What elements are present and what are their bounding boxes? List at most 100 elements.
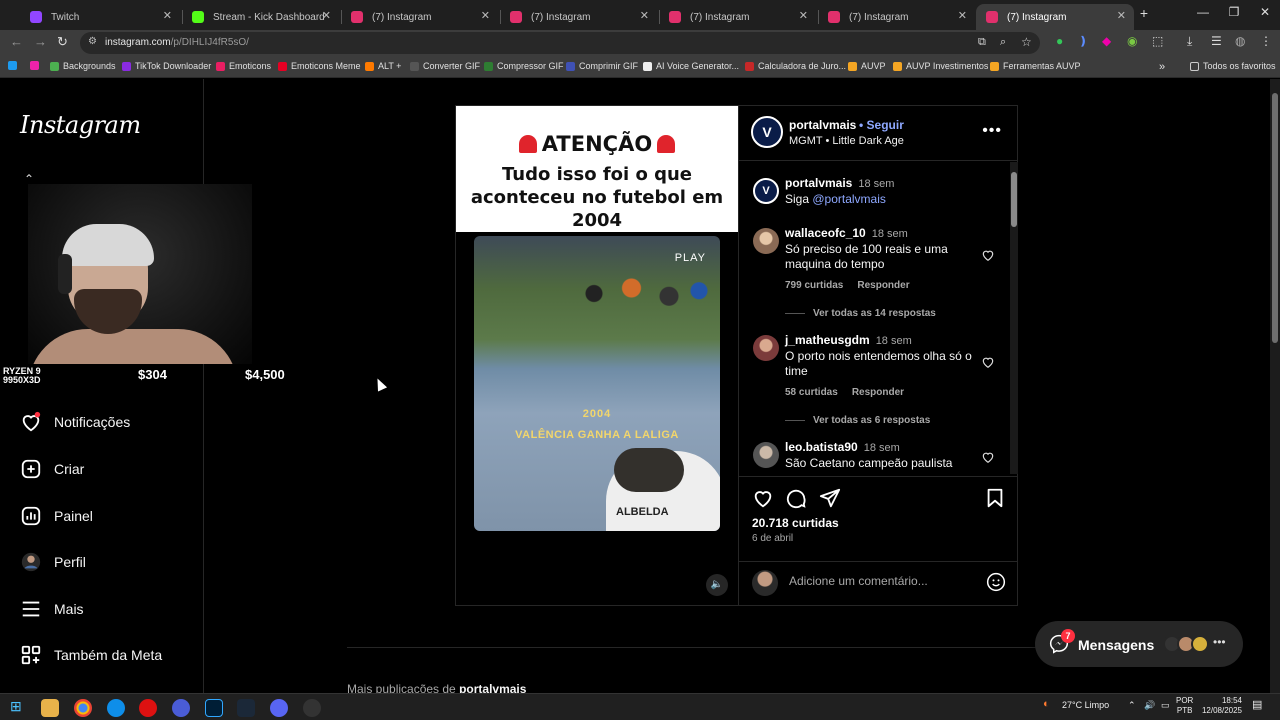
extension-voice-icon[interactable]: ❫ [1078,34,1088,48]
close-icon[interactable]: ✕ [799,9,808,22]
menu-dots-icon[interactable]: ⋮ [1260,34,1272,48]
weather-text[interactable]: 27°C Limpo [1062,700,1109,710]
windows-start-icon[interactable]: ⊞ [10,698,22,715]
bookmark-item[interactable]: TikTok Downloader [122,61,211,71]
close-icon[interactable]: ✕ [163,9,172,22]
nav-also-from-meta[interactable]: Também da Meta [20,640,162,670]
bookmark-save-icon[interactable] [984,487,1006,509]
clock[interactable]: 18:54 12/08/2025 [1200,696,1242,716]
bookmark-item[interactable]: Ferramentas AUVP [990,61,1081,71]
opera-icon[interactable] [139,699,157,717]
tab-search-icon[interactable]: ☰ [1211,34,1222,48]
maximize-button[interactable]: ❐ [1219,5,1249,19]
close-window-button[interactable]: ✕ [1250,5,1280,19]
avatar[interactable] [753,228,779,254]
messages-button[interactable]: 7 Mensagens ••• [1035,621,1243,667]
bookmark-item[interactable]: AUVP [848,61,886,71]
tab-instagram-active[interactable]: (7) Instagram ✕ [976,4,1134,30]
reply-button[interactable]: Responder [857,280,909,291]
vpn-icon[interactable] [172,699,190,717]
bookmark-item[interactable]: Converter GIF [410,61,480,71]
extension-circle-icon[interactable]: ◉ [1127,34,1137,48]
bookmarks-overflow-icon[interactable]: » [1159,61,1165,73]
bookmark-item[interactable]: AUVP Investimentos [893,61,988,71]
nav-more[interactable]: Mais [20,594,84,624]
language-indicator[interactable]: POR PTB [1176,696,1193,716]
comment-user[interactable]: leo.batista90 18 sem [785,440,900,454]
emoji-icon[interactable] [986,572,1006,592]
back-icon[interactable]: ← [10,34,23,49]
likes-count[interactable]: 20.718 curtidas [752,516,839,530]
forward-icon[interactable]: → [34,34,47,49]
tab-instagram-4[interactable]: (7) Instagram ✕ [818,4,975,30]
comments-list[interactable]: V portalvmais 18 sem Siga @portalvmais wa… [739,162,1009,474]
zoom-icon[interactable]: ⌕ [1000,36,1006,49]
bookmark-item[interactable]: Comprimir GIF [566,61,638,71]
bookmark-item[interactable]: Backgrounds [50,61,116,71]
avatar[interactable] [753,335,779,361]
avatar[interactable] [753,442,779,468]
bookmark-item[interactable]: Calculadora de Juro... [745,61,846,71]
close-icon[interactable]: ✕ [958,9,967,22]
obs-icon[interactable] [303,699,321,717]
scrollbar-thumb[interactable] [1011,172,1017,227]
download-icon[interactable]: ⤓ [1187,34,1192,49]
bookmark-item[interactable]: Emoticons Meme [278,61,361,71]
site-info-icon[interactable]: ⚙ [88,36,97,47]
cast-icon[interactable]: ⧉ [978,36,986,49]
new-tab-button[interactable]: + [1129,5,1159,21]
bookmark-icon-only[interactable] [30,61,43,70]
follow-button[interactable]: • Seguir [859,118,904,132]
profile-avatar-icon[interactable]: ◍ [1235,34,1245,48]
edge-icon[interactable] [107,699,125,717]
comment-likes[interactable]: 799 curtidas [785,280,843,291]
notification-center-icon[interactable]: ▤ [1252,698,1262,711]
bookmark-item[interactable]: AI Voice Generator... [643,61,739,71]
close-icon[interactable]: ✕ [322,9,331,22]
photoshop-icon[interactable] [205,699,223,717]
author-avatar[interactable]: V [751,116,783,148]
comments-scrollbar[interactable] [1010,162,1018,474]
extension-green-icon[interactable]: ● [1056,34,1063,48]
comment-user[interactable]: portalvmais 18 sem [785,176,894,190]
tray-chevron-icon[interactable]: ⌃ [1128,700,1136,711]
mention-link[interactable]: @portalvmais [812,192,886,206]
tab-kick-dashboard[interactable]: Stream - Kick Dashboard ✕ [182,4,339,30]
network-icon[interactable]: ▭ [1161,700,1170,711]
close-icon[interactable]: ✕ [481,9,490,22]
extensions-puzzle-icon[interactable]: ⬚ [1152,34,1163,48]
nav-profile[interactable]: Perfil [20,547,86,577]
tab-instagram-1[interactable]: (7) Instagram ✕ [341,4,498,30]
avatar[interactable]: V [753,178,779,204]
more-options-icon[interactable]: ••• [982,122,1002,140]
comment-bubble-icon[interactable] [785,487,807,509]
page-scrollbar-thumb[interactable] [1272,93,1278,343]
bookmark-star-icon[interactable]: ☆ [1021,35,1032,49]
tab-twitch[interactable]: Twitch ✕ [20,4,180,30]
instagram-logo[interactable]: Instagram [20,111,141,139]
chrome-icon[interactable] [74,699,92,717]
reply-button[interactable]: Responder [852,387,904,398]
steam-icon[interactable] [237,699,255,717]
comment-user[interactable]: wallaceofc_10 18 sem [785,226,908,240]
extension-color-icon[interactable]: ◆ [1102,34,1111,48]
speaker-icon[interactable]: 🔈 [706,574,728,596]
tab-instagram-2[interactable]: (7) Instagram ✕ [500,4,657,30]
bookmark-icon-only[interactable] [8,61,21,70]
heart-icon[interactable] [981,355,995,369]
post-video[interactable]: ATENÇÃO Tudo isso foi o que aconteceu no… [456,106,738,605]
minimize-button[interactable]: — [1188,5,1218,19]
comment-user[interactable]: j_matheusgdm 18 sem [785,333,912,347]
music-info[interactable]: MGMT • Little Dark Age [789,135,904,147]
all-bookmarks-folder[interactable]: Todos os favoritos [1190,61,1276,71]
like-heart-icon[interactable] [752,487,774,509]
comment-input[interactable] [789,574,969,588]
nav-create[interactable]: Criar [20,454,84,484]
close-icon[interactable]: ✕ [1117,9,1126,22]
speaker-tray-icon[interactable]: 🔊 [1144,700,1155,711]
reload-icon[interactable]: ↻ [57,34,68,50]
tab-instagram-3[interactable]: (7) Instagram ✕ [659,4,816,30]
heart-icon[interactable] [981,450,995,464]
close-icon[interactable]: ✕ [640,9,649,22]
view-replies-button[interactable]: Ver todas as 6 respostas [785,415,930,426]
